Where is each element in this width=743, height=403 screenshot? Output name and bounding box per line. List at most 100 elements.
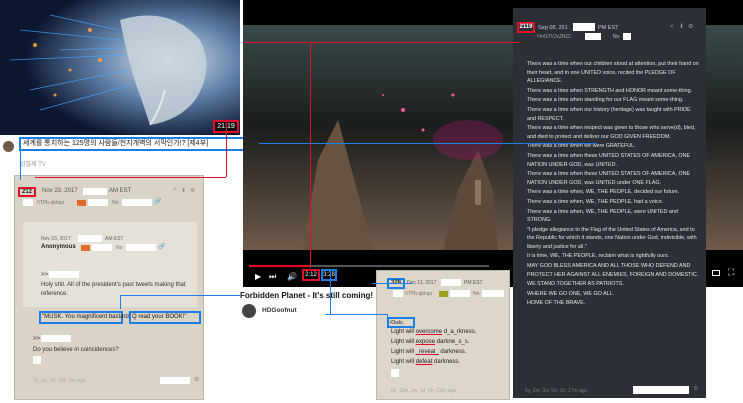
channel-avatar[interactable] bbox=[3, 141, 14, 152]
post-line: "I pledge allegiance to the Flag of the … bbox=[527, 226, 697, 250]
post-328: 328 Dec 11, 2017 PM EST !ITPb.qbhqo No /… bbox=[376, 270, 510, 400]
connector-line bbox=[243, 42, 521, 43]
quote-author: Anonymous bbox=[41, 244, 76, 250]
redacted-box bbox=[23, 199, 33, 206]
post-line: It is time, WE, THE PEOPLE, reclaim what… bbox=[527, 253, 670, 260]
greentext-line: >> bbox=[33, 336, 41, 342]
settings-icon[interactable]: ⚙ bbox=[688, 23, 693, 32]
flag-icon bbox=[81, 245, 90, 251]
uploader-name[interactable]: HDGoofnut bbox=[262, 307, 297, 314]
post-line: MAY GOD BLESS AMERICA AND ALL THOSE WHO … bbox=[527, 263, 699, 278]
owls-highlight: /Owls. bbox=[387, 317, 415, 328]
light-line-4: Light will defeat darkness. bbox=[391, 359, 460, 365]
connector-line bbox=[330, 269, 331, 314]
current-time: 2:12 bbox=[302, 269, 320, 281]
channel-name[interactable]: 김필제 TV bbox=[20, 159, 46, 168]
theater-mode-icon[interactable] bbox=[712, 270, 720, 276]
quote-tz: AM EST bbox=[105, 236, 124, 242]
thumbnail-art bbox=[0, 0, 240, 135]
light-suffix: darkness. bbox=[438, 349, 467, 355]
redacted-box bbox=[623, 33, 631, 40]
post-line: There was a time when, WE, THE PEOPLE, h… bbox=[527, 198, 664, 205]
redacted-box bbox=[160, 377, 190, 384]
connector-line bbox=[325, 314, 387, 315]
volume-icon[interactable]: 🔊 bbox=[287, 272, 297, 281]
fullscreen-icon[interactable]: ⛶ bbox=[728, 268, 734, 278]
light-line-2: Light will expose darkne_s_s. bbox=[391, 339, 469, 345]
play-icon[interactable]: ▶ bbox=[255, 272, 261, 281]
post-line: There was a time when, WE, THE PEOPLE, d… bbox=[527, 189, 680, 196]
redacted-box bbox=[482, 290, 504, 297]
download-icon[interactable]: ⬇ bbox=[679, 23, 684, 32]
post-trip: !ITPb.qbhqo bbox=[405, 291, 433, 297]
video-title[interactable]: 세계를 통치하는 125명의 사람들/천지개벽의 서막인가!? [제4부] bbox=[19, 137, 259, 151]
post-line: WHERE WE GO ONE, WE GO ALL. bbox=[527, 290, 615, 297]
redacted-box bbox=[633, 386, 689, 394]
connector-line bbox=[372, 283, 412, 284]
light-keyword: overcome bbox=[415, 329, 443, 335]
greentext-line: >> bbox=[41, 272, 49, 278]
post-line: There was a time when these UNITED STATE… bbox=[527, 171, 691, 186]
post-trip: !ITPb.qbhqo bbox=[37, 200, 65, 206]
post-line: There was a time when STRENGTH and HONOR… bbox=[527, 87, 693, 94]
link-icon[interactable]: 🔗 bbox=[158, 243, 165, 250]
post-tz: PM EST bbox=[598, 25, 619, 31]
video-thumbnail[interactable]: 21:19 bbox=[0, 0, 240, 135]
post-line: There was a time when respect was given … bbox=[527, 125, 696, 140]
post-line: There was a time when, WE, THE PEOPLE, w… bbox=[527, 208, 678, 224]
post-line: Holy shit. All of the president's past t… bbox=[41, 282, 186, 297]
post-footer: 6y, 2m, 3w, 5d, 1h, 17m ago bbox=[525, 388, 588, 394]
flag-icon bbox=[439, 291, 448, 297]
light-suffix: d_a_rkness. bbox=[442, 329, 477, 335]
connector-line bbox=[226, 119, 227, 177]
settings-icon[interactable]: ⚙ bbox=[190, 187, 195, 194]
post-body: There was a time when our children stood… bbox=[527, 60, 700, 309]
redacted-box bbox=[122, 199, 152, 206]
light-line-1: Light will overcome d_a_rkness. bbox=[391, 329, 476, 335]
redacted-box bbox=[92, 244, 112, 251]
progress-fill bbox=[249, 265, 309, 267]
post-line: There was a time when our history (herit… bbox=[527, 106, 691, 122]
redacted-box bbox=[126, 244, 156, 251]
next-icon[interactable]: ⏭ bbox=[269, 272, 276, 282]
post-tz: AM EST bbox=[109, 188, 132, 194]
quote-date: Nov 23, 2017 bbox=[41, 236, 71, 242]
post-tag: No bbox=[613, 34, 620, 40]
post-settings-icon[interactable]: ⚙ bbox=[693, 385, 698, 394]
post-number[interactable]: 2119 bbox=[517, 22, 535, 33]
post-2119: 2119 Sep 08, 201 PM EST < ⬇ ⚙ !!mG7VJxZN… bbox=[513, 8, 706, 398]
light-prefix: Light will bbox=[391, 349, 416, 355]
light-keyword: defeat bbox=[415, 359, 433, 365]
flag-icon bbox=[77, 200, 86, 206]
light-line-3: Light will _reveal_ darkness. bbox=[391, 349, 466, 355]
light-prefix: Light will bbox=[391, 339, 416, 345]
uploader-avatar[interactable] bbox=[242, 304, 256, 318]
download-icon[interactable]: ⬇ bbox=[181, 187, 186, 194]
post-line: Do you believe in coincidences? bbox=[33, 347, 119, 353]
light-keyword: _reveal_ bbox=[415, 349, 439, 355]
post-tz: PM EST bbox=[464, 280, 483, 286]
redacted-box bbox=[33, 356, 41, 364]
share-icon[interactable]: < bbox=[173, 187, 177, 193]
post-line: HOME OF THE BRAVE. bbox=[527, 300, 586, 307]
post-line: There was a time when these UNITED STATE… bbox=[527, 152, 691, 168]
light-suffix: darkness. bbox=[432, 359, 461, 365]
connector-line bbox=[120, 295, 240, 296]
redacted-box bbox=[585, 33, 601, 40]
redacted-box bbox=[573, 23, 595, 31]
connector-line bbox=[387, 314, 388, 322]
post-footer: 6y, 11m, 3w, 1d, 0h, 13m ago bbox=[391, 388, 456, 394]
post-212: 212 Nov 23, 2017 AM EST < ⬇ ⚙ !ITPb.qbhq… bbox=[14, 175, 204, 400]
redacted-box bbox=[41, 335, 71, 342]
connector-line bbox=[20, 151, 21, 180]
post-settings-icon[interactable]: ⚙ bbox=[194, 376, 199, 383]
post-number[interactable]: 212 bbox=[18, 187, 36, 197]
share-icon[interactable]: < bbox=[670, 23, 674, 32]
link-icon[interactable]: 🔗 bbox=[154, 198, 161, 205]
remaining-time: 3:28 bbox=[321, 269, 337, 281]
post-line: There was a time when our children stood… bbox=[527, 61, 699, 85]
redacted-box bbox=[450, 290, 470, 297]
redacted-box bbox=[441, 279, 461, 286]
post-line: WE STAND TOGETHER AS PATRIOTS. bbox=[527, 281, 624, 288]
movie-label: Forbidden Planet - It's still coming! bbox=[240, 291, 374, 300]
